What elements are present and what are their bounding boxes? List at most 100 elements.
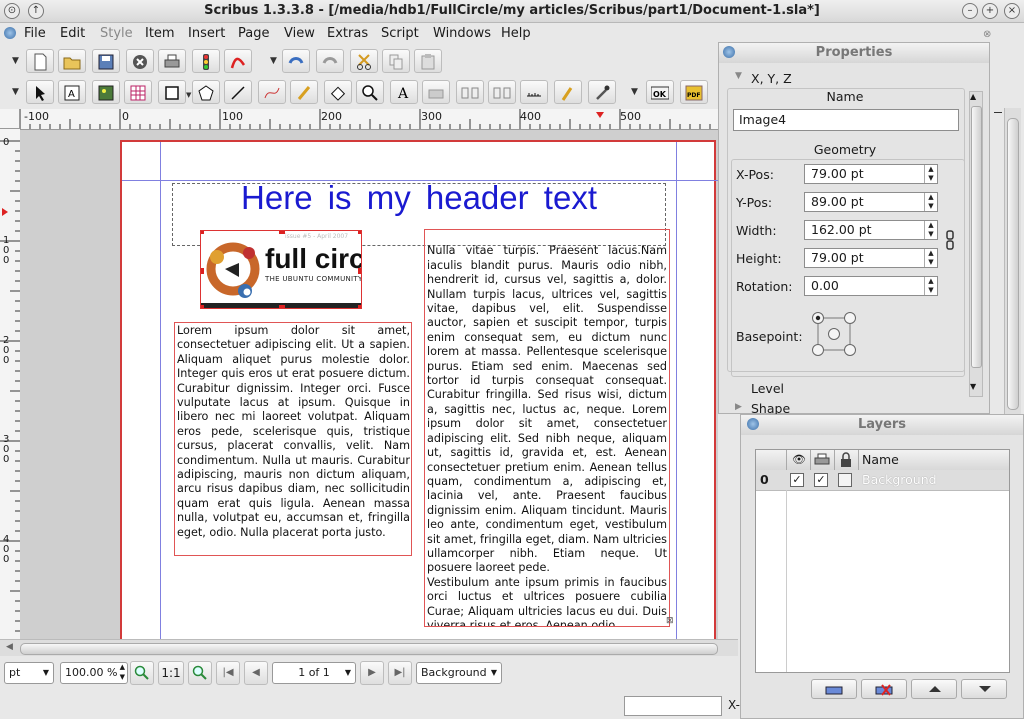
paste-button[interactable] — [414, 49, 442, 73]
left-text-frame[interactable]: Lorem ipsum dolor sit amet, consectetuer… — [174, 322, 412, 556]
height-input[interactable]: 79.00 pt ▲ ▼ — [804, 248, 938, 268]
menu-windows[interactable]: Windows — [433, 26, 491, 41]
toolbar-menu-icon[interactable]: ▼ — [12, 56, 20, 66]
redo-button[interactable] — [316, 49, 344, 73]
vertical-scrollbar[interactable] — [1004, 108, 1021, 414]
properties-scrollbar[interactable]: ▲ ▼ — [969, 91, 983, 397]
resize-handle[interactable] — [279, 231, 285, 234]
shape-tool[interactable] — [158, 80, 186, 104]
freehand-tool[interactable] — [290, 80, 318, 104]
page-select[interactable]: 1 of 1 ▼ — [272, 662, 356, 684]
menu-insert[interactable]: Insert — [188, 26, 225, 41]
minimize-icon[interactable]: – — [962, 3, 978, 19]
document-canvas[interactable]: Here is my header text full circ THE UBU… — [20, 130, 718, 639]
unlink-frames-tool[interactable] — [488, 80, 516, 104]
resize-handle[interactable] — [358, 305, 361, 308]
scroll-up-icon[interactable]: ▲ — [970, 92, 976, 101]
export-pdf-button[interactable] — [224, 49, 252, 73]
rotation-spin-icon[interactable]: ▲ ▼ — [924, 277, 937, 295]
unit-select[interactable]: pt ▼ — [4, 662, 54, 684]
resize-handle[interactable] — [358, 268, 361, 274]
menu-view[interactable]: View — [284, 26, 315, 41]
measure-tool[interactable] — [520, 80, 548, 104]
polygon-tool[interactable] — [192, 80, 220, 104]
select-tool[interactable] — [26, 80, 54, 104]
story-editor-button[interactable] — [422, 80, 450, 104]
resize-handle[interactable] — [201, 268, 204, 274]
layer-visible-checkbox[interactable]: ✓ — [790, 473, 804, 487]
resize-handle[interactable] — [358, 231, 361, 234]
maximize-icon[interactable]: + — [982, 3, 998, 19]
height-spin-icon[interactable]: ▲ ▼ — [924, 249, 937, 267]
link-frames-tool[interactable] — [456, 80, 484, 104]
layer-lock-checkbox[interactable] — [838, 473, 852, 487]
image-frame[interactable]: full circ THE UBUNTU COMMUNITY issue #5 … — [200, 230, 362, 309]
menu-style[interactable]: Style — [100, 26, 133, 41]
zoom-field[interactable]: 100.00 % ▲ ▼ — [60, 662, 128, 684]
toolbar-menu-icon[interactable]: ▼ — [12, 87, 20, 97]
width-input[interactable]: 162.00 pt ▲ ▼ — [804, 220, 938, 240]
preflight-button[interactable] — [192, 49, 220, 73]
menu-page[interactable]: Page — [238, 26, 269, 41]
layer-print-checkbox[interactable]: ✓ — [814, 473, 828, 487]
undo-button[interactable] — [282, 49, 310, 73]
add-layer-button[interactable] — [811, 679, 857, 699]
right-text-frame[interactable]: Nulla vitae turpis. Praesent lacus.Nam i… — [424, 229, 670, 627]
menu-extras[interactable]: Extras — [327, 26, 368, 41]
section-collapse-icon[interactable]: ▼ — [735, 71, 742, 81]
panel-close-icon[interactable]: ⊗ — [983, 29, 991, 40]
ypos-input[interactable]: 89.00 pt ▲ ▼ — [804, 192, 938, 212]
zoom-tool[interactable] — [356, 80, 384, 104]
text-frame-tool[interactable]: A — [58, 80, 86, 104]
ypos-spin-icon[interactable]: ▲ ▼ — [924, 193, 937, 211]
scroll-left-icon[interactable]: ◀ — [6, 642, 13, 652]
rotation-input[interactable]: 0.00 ▲ ▼ — [804, 276, 938, 296]
section-expand-icon[interactable]: ▶ — [735, 402, 742, 412]
print-button[interactable] — [158, 49, 186, 73]
close-icon[interactable]: × — [1004, 3, 1020, 19]
close-document-button[interactable] — [126, 49, 154, 73]
open-button[interactable] — [58, 49, 86, 73]
resize-handle[interactable] — [201, 305, 204, 308]
zoom-out-button[interactable] — [130, 661, 154, 685]
save-button[interactable] — [92, 49, 120, 73]
lower-layer-button[interactable] — [961, 679, 1007, 699]
new-document-button[interactable] — [26, 49, 54, 73]
eyedropper-tool[interactable] — [588, 80, 616, 104]
first-page-button[interactable]: |◀ — [216, 661, 240, 685]
document-page[interactable]: Here is my header text full circ THE UBU… — [120, 140, 718, 639]
name-input[interactable]: Image4 — [733, 109, 959, 131]
pdf-tools-button[interactable]: PDF — [680, 80, 708, 104]
layer-name[interactable]: Background — [862, 472, 937, 487]
resize-handle[interactable] — [279, 305, 285, 308]
spin-icon[interactable]: ▲ ▼ — [120, 662, 125, 682]
image-frame-tool[interactable] — [92, 80, 120, 104]
copy-button[interactable] — [382, 49, 410, 73]
menu-edit[interactable]: Edit — [60, 26, 85, 41]
zoom-in-button[interactable] — [188, 661, 212, 685]
layer-select[interactable]: Background ▼ — [416, 662, 502, 684]
edit-text-tool[interactable]: A — [390, 80, 418, 104]
rotate-tool[interactable] — [324, 80, 352, 104]
table-tool[interactable] — [124, 80, 152, 104]
basepoint-selector[interactable] — [811, 311, 857, 357]
level-label[interactable]: Level — [751, 381, 784, 396]
menu-script[interactable]: Script — [381, 26, 419, 41]
scroll-down-icon[interactable]: ▼ — [970, 382, 976, 391]
xpos-input[interactable]: 79.00 pt ▲ ▼ — [804, 164, 938, 184]
width-spin-icon[interactable]: ▲ ▼ — [924, 221, 937, 239]
copy-properties-tool[interactable] — [554, 80, 582, 104]
xpos-spin-icon[interactable]: ▲ ▼ — [924, 165, 937, 183]
scrollbar-thumb[interactable] — [1007, 118, 1019, 410]
next-page-button[interactable]: ▶ — [360, 661, 384, 685]
delete-layer-button[interactable] — [861, 679, 907, 699]
scrollbar-thumb[interactable] — [971, 106, 982, 368]
bezier-tool[interactable] — [258, 80, 286, 104]
scrollbar-thumb[interactable] — [20, 643, 718, 655]
menu-file[interactable]: File — [24, 26, 46, 41]
layer-row[interactable]: 0 ✓ ✓ Background — [756, 470, 1009, 491]
overflow-marker-icon[interactable]: ⊠ — [666, 616, 674, 626]
resize-handle[interactable] — [201, 231, 204, 234]
menu-help[interactable]: Help — [501, 26, 531, 41]
horizontal-ruler[interactable]: -100 0 100 200 300 400 500 — [20, 109, 718, 130]
